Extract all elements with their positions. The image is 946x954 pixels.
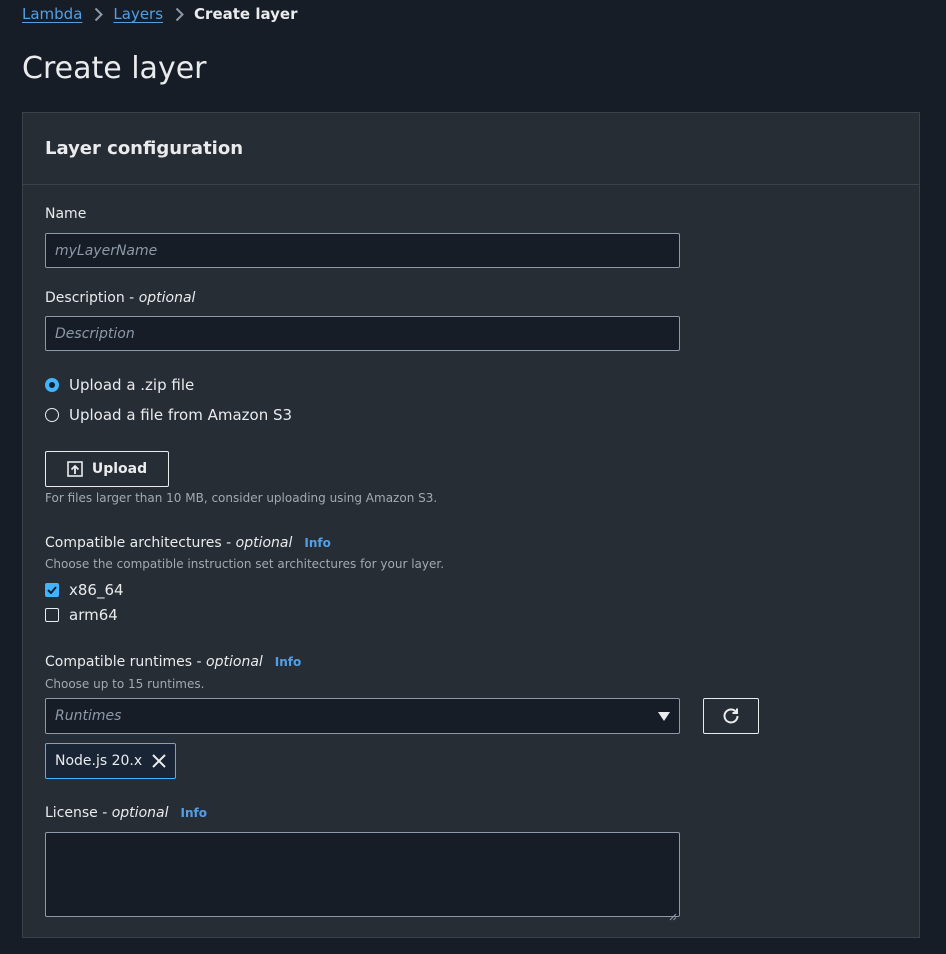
radio-selected-icon [45,378,59,392]
upload-icon [67,461,83,477]
close-icon[interactable] [152,754,166,768]
runtimes-info-link[interactable]: Info [275,655,301,669]
radio-unselected-icon [45,408,59,422]
license-field-wrapper [45,832,680,921]
upload-hint: For files larger than 10 MB, consider up… [45,491,438,505]
radio-label: Upload a file from Amazon S3 [69,406,293,424]
caret-down-icon [658,711,670,721]
optional-text: optional [138,290,196,306]
checkbox-arm64[interactable]: arm64 [45,606,118,624]
panel-title: Layer configuration [45,138,244,159]
upload-button[interactable]: Upload [45,451,169,487]
breadcrumb: Lambda Layers Create layer [22,4,297,24]
architectures-label-text: Compatible architectures - [45,535,236,551]
description-label: Description - optional [45,290,195,306]
architectures-hint: Choose the compatible instruction set ar… [45,557,445,571]
radio-upload-zip[interactable]: Upload a .zip file [45,376,194,394]
license-textarea[interactable] [45,832,680,917]
breadcrumb-current: Create layer [194,5,298,23]
runtimes-hint: Choose up to 15 runtimes. [45,677,205,691]
layer-configuration-panel: Layer configuration Name Description - o… [22,112,920,938]
checkbox-unchecked-icon [45,608,59,622]
optional-text: optional [235,535,293,551]
panel-header: Layer configuration [23,113,919,185]
page-title: Create layer [22,51,207,86]
name-input[interactable] [45,233,680,268]
description-label-text: Description - [45,290,139,306]
optional-text: optional [206,654,263,670]
runtime-token-label: Node.js 20.x [55,753,143,769]
refresh-runtimes-button[interactable] [703,698,759,734]
name-label: Name [45,206,87,222]
runtimes-label-text: Compatible runtimes - [45,654,207,670]
radio-label: Upload a .zip file [69,376,195,394]
radio-upload-s3[interactable]: Upload a file from Amazon S3 [45,406,292,424]
checkbox-checked-icon [45,583,59,597]
runtimes-placeholder: Runtimes [55,708,122,724]
license-label-text: License - [45,805,112,821]
license-info-link[interactable]: Info [180,806,206,820]
breadcrumb-link-lambda[interactable]: Lambda [22,5,82,23]
description-input[interactable] [45,316,680,351]
runtime-token: Node.js 20.x [45,743,177,779]
checkbox-x86-64[interactable]: x86_64 [45,581,124,599]
checkbox-label: x86_64 [69,581,124,599]
runtimes-select[interactable]: Runtimes [45,698,680,734]
checkbox-label: arm64 [69,606,118,624]
architectures-label: Compatible architectures - optional Info [45,535,331,551]
runtimes-label: Compatible runtimes - optional Info [45,654,301,670]
license-label: License - optional Info [45,805,207,821]
chevron-right-icon [175,7,184,22]
breadcrumb-link-layers[interactable]: Layers [113,5,163,23]
resize-handle-icon[interactable] [669,906,677,921]
chevron-right-icon [94,7,104,22]
refresh-icon [722,707,740,725]
architectures-info-link[interactable]: Info [304,536,330,550]
optional-text: optional [111,805,169,821]
upload-button-label: Upload [91,461,148,477]
